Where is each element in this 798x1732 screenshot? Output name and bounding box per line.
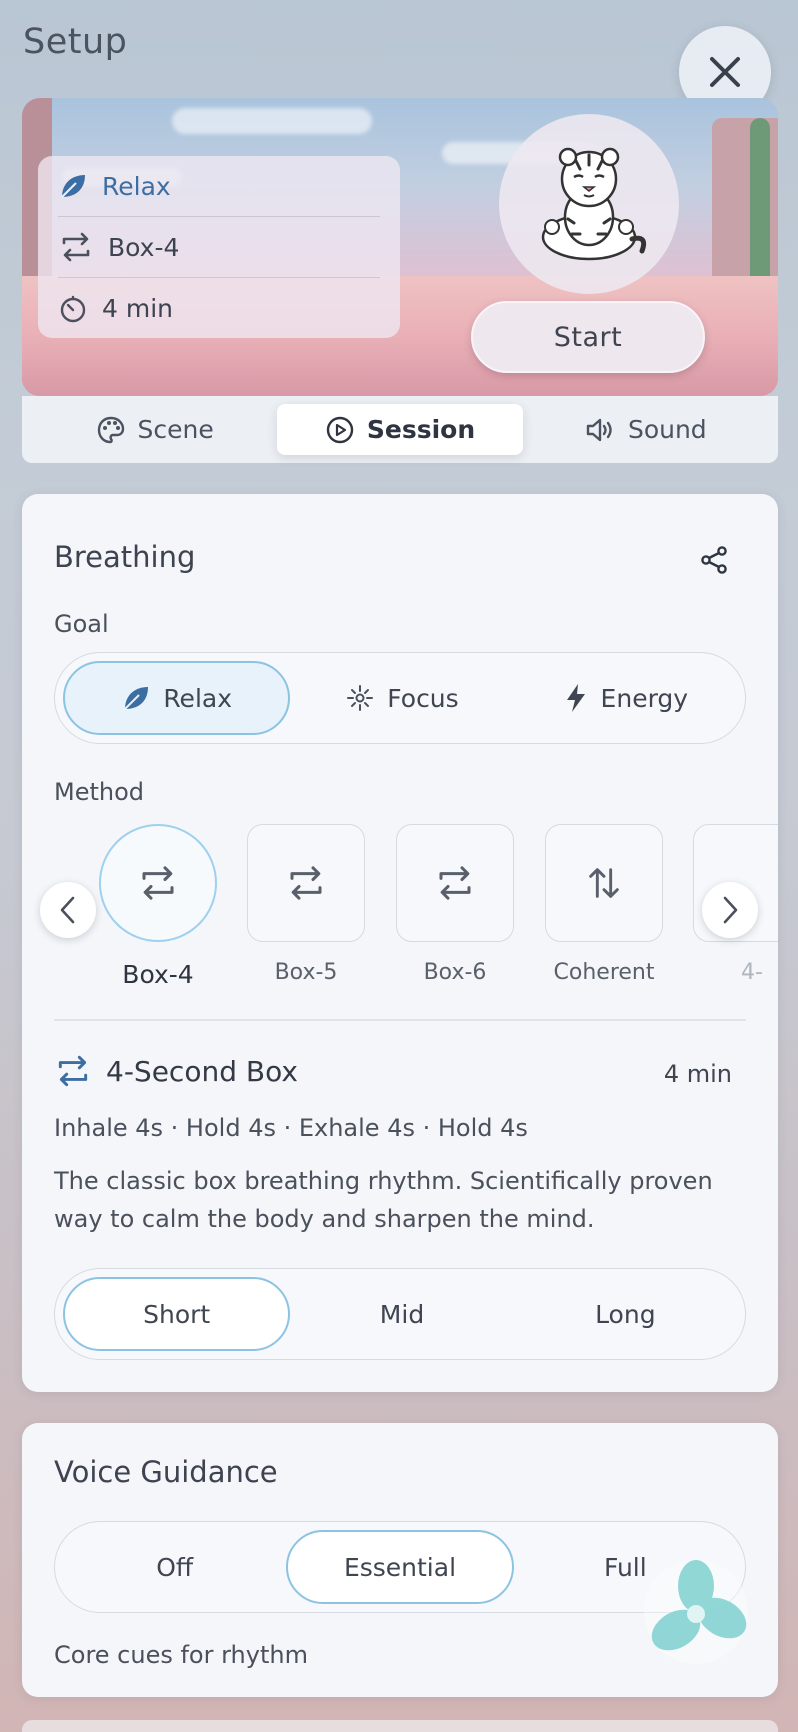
- leaf-icon: [124, 687, 149, 710]
- repeat-icon: [290, 866, 322, 900]
- method-box-5[interactable]: Box-5: [247, 824, 365, 985]
- pinwheel-button[interactable]: [640, 1556, 752, 1668]
- voice-hint: Core cues for rhythm: [54, 1641, 308, 1669]
- method-carousel: Box-4 Box-5 Box-6 Coherent 4-: [22, 824, 778, 994]
- page-title: Setup: [23, 22, 128, 62]
- up-down-arrows-icon: [589, 868, 619, 898]
- repeat-icon: [142, 866, 174, 900]
- tab-bar: Scene Session Sound: [22, 396, 778, 463]
- length-short[interactable]: Short: [63, 1277, 291, 1351]
- tab-scene[interactable]: Scene: [32, 404, 277, 455]
- voice-essential[interactable]: Essential: [286, 1530, 514, 1604]
- method-description: The classic box breathing rhythm. Scient…: [54, 1167, 713, 1233]
- repeat-icon: [58, 1055, 88, 1087]
- method-prev-button[interactable]: [40, 882, 96, 938]
- length-long[interactable]: Long: [514, 1277, 737, 1351]
- method-box-6[interactable]: Box-6: [396, 824, 514, 985]
- summary-goal: Relax: [58, 156, 380, 217]
- repeat-icon: [62, 232, 90, 262]
- method-duration: 4 min: [663, 1060, 732, 1088]
- goal-selector: Relax Focus Energy: [54, 652, 746, 744]
- share-button[interactable]: [694, 540, 734, 580]
- divider: [54, 1019, 746, 1021]
- session-summary: Relax Box-4 4 min: [38, 156, 400, 338]
- pinwheel-icon: [644, 1560, 748, 1664]
- tab-session[interactable]: Session: [277, 404, 523, 455]
- timer-icon: [60, 295, 86, 322]
- goal-focus[interactable]: Focus: [290, 661, 513, 735]
- speaker-icon: [586, 418, 612, 441]
- palette-icon: [97, 416, 124, 443]
- summary-method: Box-4: [58, 217, 380, 278]
- tiger-avatar: [499, 114, 679, 294]
- length-mid[interactable]: Mid: [290, 1277, 513, 1351]
- scene-preview: Relax Box-4 4 min Start: [22, 98, 778, 396]
- goal-label: Goal: [54, 610, 109, 638]
- method-next-button[interactable]: [702, 882, 758, 938]
- sparkle-icon: [347, 685, 374, 711]
- voice-off[interactable]: Off: [63, 1530, 286, 1604]
- breathing-title: Breathing: [54, 540, 196, 574]
- share-icon: [701, 546, 727, 574]
- meditating-tiger-icon: [541, 147, 647, 261]
- start-button[interactable]: Start: [471, 301, 705, 373]
- length-selector: Short Mid Long: [54, 1268, 746, 1360]
- tab-sound[interactable]: Sound: [523, 404, 768, 455]
- breath-pattern: Inhale 4s · Hold 4s · Exhale 4s · Hold 4…: [54, 1114, 528, 1142]
- chevron-right-icon: [723, 896, 738, 924]
- method-label: Method: [54, 778, 145, 806]
- next-card-edge: [22, 1720, 778, 1732]
- play-circle-icon: [326, 416, 354, 443]
- breathing-card: Breathing Goal Relax Focus Energy Method…: [22, 494, 778, 1392]
- bolt-icon: [566, 684, 585, 712]
- summary-duration: 4 min: [58, 278, 380, 339]
- method-detail-title: 4-Second Box: [54, 1052, 298, 1090]
- close-icon: [710, 57, 740, 87]
- leaf-icon: [61, 175, 85, 198]
- voice-title: Voice Guidance: [54, 1455, 278, 1489]
- goal-energy[interactable]: Energy: [514, 661, 737, 735]
- method-box-4[interactable]: Box-4: [99, 824, 217, 989]
- method-coherent[interactable]: Coherent: [545, 824, 663, 985]
- repeat-icon: [439, 866, 471, 900]
- chevron-left-icon: [60, 896, 75, 924]
- goal-relax[interactable]: Relax: [63, 661, 291, 735]
